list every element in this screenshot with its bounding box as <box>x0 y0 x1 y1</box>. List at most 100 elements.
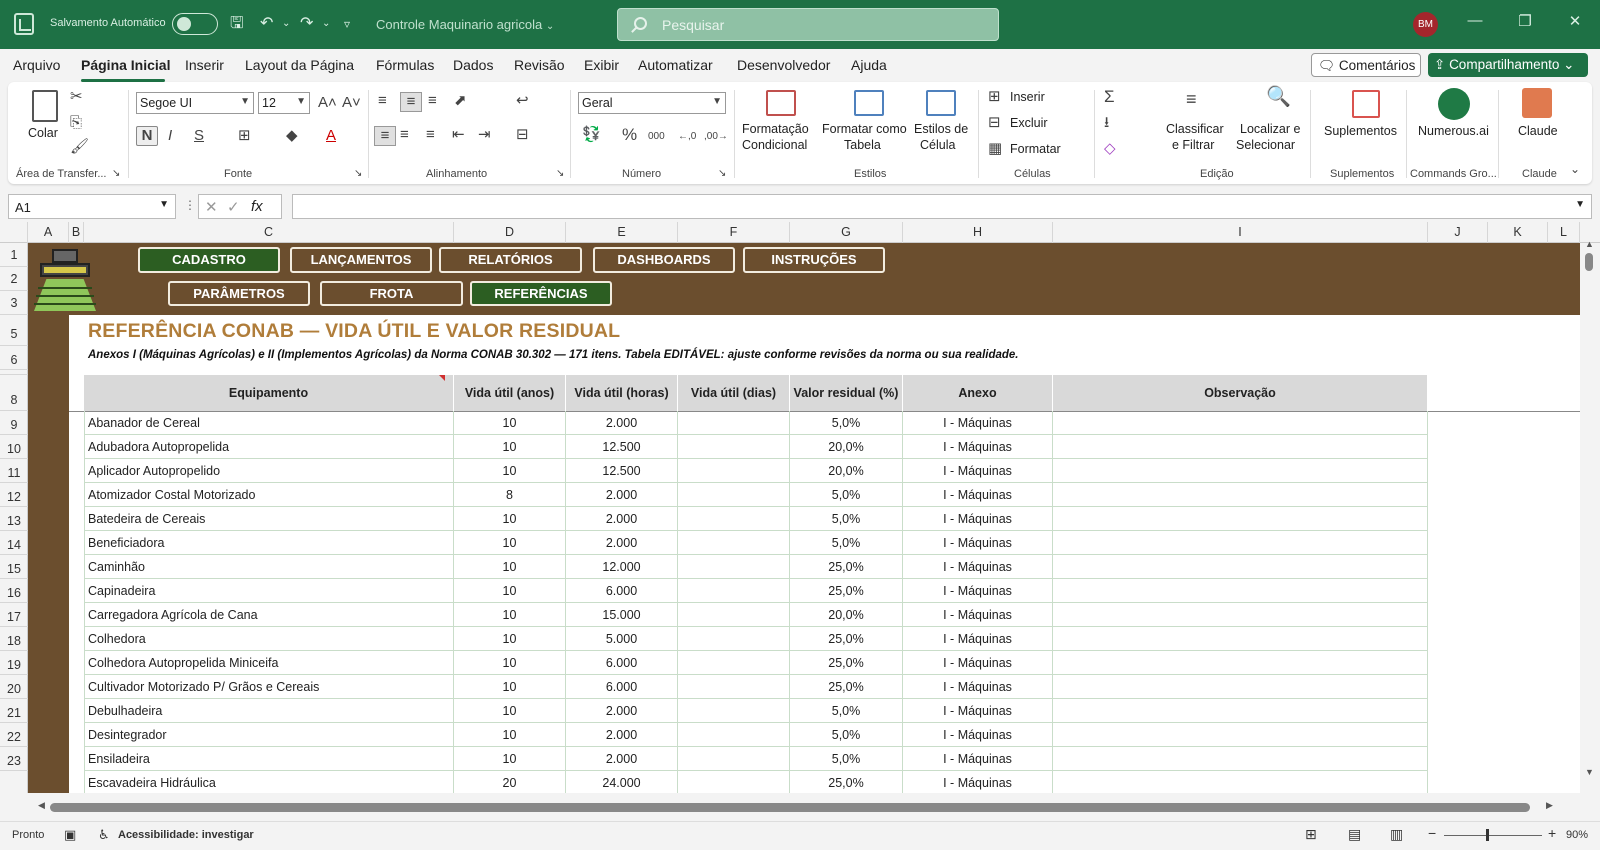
row-header[interactable]: 9 <box>0 411 28 435</box>
table-cell[interactable] <box>1053 627 1428 651</box>
table-cell[interactable] <box>1053 603 1428 627</box>
table-cell[interactable]: 10 <box>454 699 566 723</box>
number-launcher-icon[interactable]: ↘ <box>718 165 726 183</box>
table-cell[interactable] <box>1053 555 1428 579</box>
autosum-icon[interactable]: Σ <box>1104 88 1115 106</box>
italic-icon[interactable]: I <box>168 127 172 145</box>
table-cell[interactable] <box>678 507 790 531</box>
table-cell[interactable]: I - Máquinas <box>903 771 1053 793</box>
row-header[interactable]: 14 <box>0 531 28 555</box>
table-cell[interactable]: Capinadeira <box>84 579 454 603</box>
table-cell[interactable]: 10 <box>454 603 566 627</box>
row-header[interactable]: 17 <box>0 603 28 627</box>
table-cell[interactable] <box>1053 435 1428 459</box>
table-cell[interactable] <box>678 483 790 507</box>
row-header[interactable]: 10 <box>0 435 28 459</box>
decrease-indent-icon[interactable]: ⇤ <box>452 126 465 144</box>
tab-automatizar[interactable]: Automatizar <box>638 57 713 73</box>
table-cell[interactable] <box>678 651 790 675</box>
tab-pagina-inicial[interactable]: Página Inicial <box>81 57 170 73</box>
accessibility-icon[interactable]: ♿ <box>98 827 110 843</box>
table-cell[interactable]: 10 <box>454 651 566 675</box>
table-cell[interactable] <box>1053 699 1428 723</box>
table-cell[interactable] <box>1053 579 1428 603</box>
table-cell[interactable]: I - Máquinas <box>903 747 1053 771</box>
table-cell[interactable] <box>1053 459 1428 483</box>
table-cell[interactable]: 5,0% <box>790 747 903 771</box>
table-cell[interactable]: 10 <box>454 675 566 699</box>
select-all-corner[interactable] <box>0 222 28 243</box>
table-cell[interactable]: I - Máquinas <box>903 555 1053 579</box>
undo-icon[interactable]: ↶ <box>260 13 273 35</box>
numerous-ai-button[interactable]: Numerous.ai <box>1418 124 1489 138</box>
tab-arquivo[interactable]: Arquivo <box>13 57 60 73</box>
tab-ajuda[interactable]: Ajuda <box>851 57 887 73</box>
nav-cadastro-button[interactable]: CADASTRO <box>138 247 280 273</box>
table-header-observacao[interactable]: Observação <box>1053 375 1428 411</box>
font-size-select[interactable]: 12 ▼ <box>258 92 310 114</box>
cond-format-line1[interactable]: Formatação <box>742 122 809 136</box>
table-cell[interactable]: 5,0% <box>790 507 903 531</box>
table-cell[interactable] <box>1053 771 1428 793</box>
scroll-down-icon[interactable]: ▼ <box>1585 767 1594 777</box>
redo-dropdown-icon[interactable]: ⌄ <box>322 13 330 35</box>
scroll-right-icon[interactable]: ▶ <box>1546 800 1553 811</box>
avatar[interactable]: BM <box>1413 12 1438 37</box>
table-header-equipamento[interactable]: Equipamento <box>84 375 454 411</box>
zoom-in-icon[interactable]: + <box>1548 825 1556 841</box>
table-cell[interactable]: 12.000 <box>566 555 678 579</box>
nav-parametros-button[interactable]: PARÂMETROS <box>168 281 310 306</box>
delete-cells-button[interactable]: Excluir <box>1010 116 1048 130</box>
table-cell[interactable] <box>1053 723 1428 747</box>
find-select-icon[interactable]: 🔍 <box>1266 87 1291 107</box>
table-cell[interactable]: Aplicador Autopropelido <box>84 459 454 483</box>
tab-layout[interactable]: Layout da Página <box>245 57 354 73</box>
table-cell[interactable]: 25,0% <box>790 627 903 651</box>
table-cell[interactable] <box>678 459 790 483</box>
row-header[interactable]: 11 <box>0 459 28 483</box>
customize-toolbar-icon[interactable]: ▿ <box>344 13 350 35</box>
table-cell[interactable]: Carregadora Agrícola de Cana <box>84 603 454 627</box>
row-header[interactable]: 6 <box>0 346 28 370</box>
scroll-thumb[interactable] <box>1585 253 1593 271</box>
insert-function-icon[interactable]: fx <box>251 198 263 215</box>
fill-color-icon[interactable]: ◆ <box>286 127 298 145</box>
zoom-out-icon[interactable]: − <box>1428 825 1436 841</box>
worksheet[interactable]: CADASTRO LANÇAMENTOS RELATÓRIOS DASHBOAR… <box>28 243 1580 793</box>
nav-dashboards-button[interactable]: DASHBOARDS <box>593 247 735 273</box>
table-cell[interactable] <box>1053 507 1428 531</box>
table-cell[interactable]: I - Máquinas <box>903 507 1053 531</box>
cond-format-line2[interactable]: Condicional <box>742 138 807 152</box>
column-header[interactable]: C <box>84 222 454 243</box>
scroll-left-icon[interactable]: ◀ <box>38 800 45 811</box>
row-header[interactable]: 22 <box>0 723 28 747</box>
table-cell[interactable]: 6.000 <box>566 579 678 603</box>
table-cell[interactable]: 10 <box>454 555 566 579</box>
bold-icon[interactable]: N <box>136 126 158 146</box>
page-break-icon[interactable]: ▥ <box>1390 826 1403 843</box>
table-cell[interactable]: 5,0% <box>790 723 903 747</box>
table-cell[interactable]: Desintegrador <box>84 723 454 747</box>
tab-inserir[interactable]: Inserir <box>185 57 224 73</box>
row-header[interactable]: 13 <box>0 507 28 531</box>
restore-icon[interactable]: ❐ <box>1515 12 1535 30</box>
zoom-slider[interactable] <box>1444 835 1542 836</box>
percent-icon[interactable]: % <box>622 126 637 144</box>
table-header-vida-anos[interactable]: Vida útil (anos) <box>454 375 566 411</box>
accounting-format-icon[interactable]: 💱 <box>582 126 601 144</box>
table-cell[interactable] <box>678 411 790 435</box>
delete-cells-icon[interactable]: ⊟ <box>988 114 1001 132</box>
table-cell[interactable] <box>1053 531 1428 555</box>
comments-button[interactable]: 🗨 Comentários <box>1311 53 1421 77</box>
cell-styles-icon[interactable] <box>926 90 956 116</box>
insert-cells-button[interactable]: Inserir <box>1010 90 1045 104</box>
comment-indicator-icon[interactable] <box>439 375 445 381</box>
sort-line1[interactable]: Classificar <box>1166 122 1224 136</box>
column-header[interactable]: F <box>678 222 790 243</box>
row-header[interactable]: 2 <box>0 267 28 291</box>
as-table-line2[interactable]: Tabela <box>844 138 881 152</box>
table-cell[interactable]: 10 <box>454 531 566 555</box>
table-cell[interactable]: 25,0% <box>790 579 903 603</box>
format-cells-button[interactable]: Formatar <box>1010 142 1061 156</box>
table-cell[interactable]: 10 <box>454 435 566 459</box>
